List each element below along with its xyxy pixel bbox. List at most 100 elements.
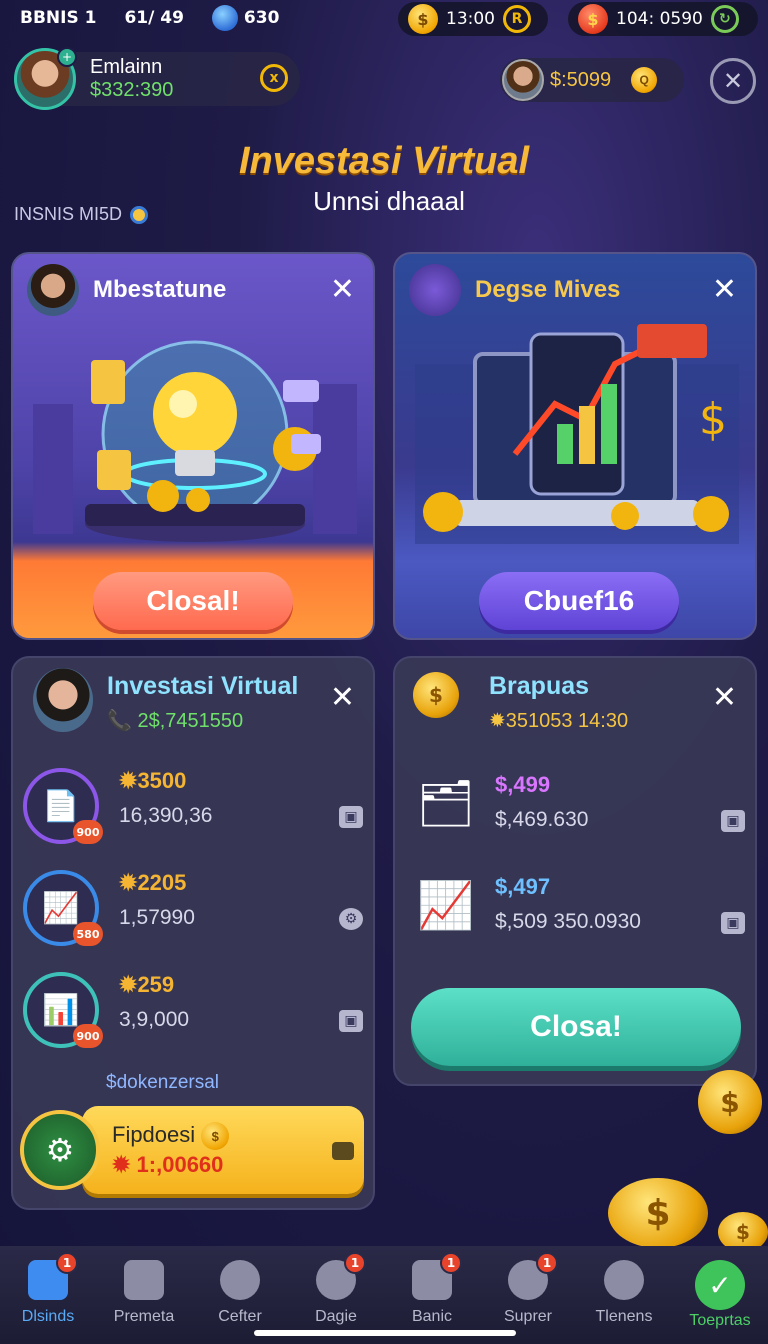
wallet-avatar: [502, 59, 544, 101]
coins-value: 13:00: [446, 9, 495, 29]
card-header: Mbestatune: [27, 264, 226, 316]
layers-icon: 🗂: [416, 775, 476, 830]
nav-badge: 1: [344, 1252, 366, 1274]
gems-value: 104: 0590: [616, 9, 703, 29]
section-label-text: INSNIS MI5D: [14, 204, 123, 224]
promo-card-right[interactable]: Degse Mives ✕ $ Cbuef16: [393, 252, 757, 640]
nav-label: Tlenens: [595, 1308, 653, 1325]
trend-arrow-icon: 📈: [417, 877, 475, 932]
svg-text:$: $: [699, 394, 727, 445]
page-title: Investasi Virtual: [238, 140, 530, 182]
wallet-amount: $:5099: [550, 68, 612, 91]
row-subvalue: 1,57990: [119, 906, 195, 929]
right-card-button[interactable]: Cbuef16: [479, 572, 679, 630]
close-icon[interactable]: ✕: [330, 680, 355, 715]
panel-subtitle-value: 2$,7451550: [137, 710, 244, 732]
nav-label: Dagie: [315, 1308, 357, 1325]
row-badge: 900: [73, 820, 103, 844]
laptop-chart-illustration: $: [415, 324, 739, 544]
close-icon[interactable]: ✕: [330, 272, 355, 307]
coin-icon: $: [608, 1178, 708, 1248]
player-avatar[interactable]: +: [14, 47, 77, 110]
promo-card-left[interactable]: Mbestatune ✕ Closal!: [11, 252, 375, 640]
plus-icon[interactable]: +: [57, 47, 77, 67]
list-item[interactable]: 🗂 $,499 $,469.630 ▣: [411, 768, 745, 858]
close-icon[interactable]: ✕: [712, 680, 737, 715]
fund-value-text: 1:,00660: [136, 1152, 224, 1177]
panel-subtitle: 📞 2$,7451550: [107, 710, 244, 732]
bonus-panel: $ Brapuas ✹351053 14:30 ✕ 🗂 $,499 $,469.…: [393, 656, 757, 1086]
row-value: $,497: [495, 874, 551, 899]
row-badge: 900: [73, 1024, 103, 1048]
nav-item-home[interactable]: 1 Dlsinds: [0, 1246, 96, 1344]
heart-icon: 1: [316, 1252, 366, 1300]
row-value-text: 3500: [137, 768, 187, 793]
nav-item-tlenens[interactable]: Tlenens: [576, 1246, 672, 1344]
close-icon[interactable]: ✕: [712, 272, 737, 307]
gear-icon[interactable]: ⚙: [339, 908, 363, 930]
row-value: ✹3500: [119, 768, 187, 793]
refresh-icon[interactable]: ↻: [710, 5, 739, 33]
nav-badge: 1: [536, 1252, 558, 1274]
dot-icon: [130, 205, 149, 224]
card-avatar: [27, 264, 79, 316]
gems-counter[interactable]: $ 104: 0590 ↻: [568, 2, 758, 36]
nav-label: Toeprtas: [689, 1312, 751, 1329]
globe-icon: [211, 5, 238, 31]
list-item[interactable]: 📈 580 ✹2205 1,57990 ⚙: [23, 866, 363, 956]
nav-item-premeta[interactable]: Premeta: [96, 1246, 192, 1344]
briefcase-icon[interactable]: ▣: [339, 1010, 363, 1032]
timer-icon[interactable]: x: [260, 64, 288, 92]
nav-label: Banic: [411, 1308, 453, 1325]
row-badge: 580: [73, 922, 103, 946]
chart-badge-icon: [409, 264, 461, 316]
panel-title: Brapuas: [489, 672, 590, 700]
nav-item-toeprtas[interactable]: ✓ Toeprtas: [672, 1246, 768, 1344]
card-title: Degse Mives: [475, 276, 621, 303]
camera-icon[interactable]: [332, 1142, 354, 1160]
gear-icon: [604, 1260, 644, 1300]
row-value: ✹259: [119, 972, 175, 997]
nav-badge: 1: [440, 1252, 462, 1274]
coins-counter[interactable]: $ 13:00 R: [398, 2, 548, 36]
section-subheading: $dokenzersal: [106, 1072, 220, 1093]
coin-icon: $: [201, 1122, 230, 1151]
wallet[interactable]: $:5099 Q: [500, 58, 684, 102]
row-value: $,499: [495, 772, 551, 797]
briefcase-icon[interactable]: ▣: [721, 810, 745, 832]
card-header: Degse Mives: [409, 264, 620, 316]
nav-label: Premeta: [113, 1308, 175, 1325]
status-text-c: 630: [243, 8, 280, 28]
coin-icon: $: [698, 1070, 762, 1134]
fund-title-text: Fipdoesi: [112, 1122, 196, 1147]
bird-icon: [220, 1260, 260, 1300]
refresh-icon: 1: [508, 1252, 558, 1300]
home-indicator[interactable]: [254, 1330, 516, 1336]
briefcase-icon[interactable]: ▣: [339, 806, 363, 828]
row-subvalue: $,509 350.0930: [495, 910, 641, 933]
bank-icon: 1: [412, 1252, 462, 1300]
left-card-button[interactable]: Closal!: [93, 572, 293, 630]
close-icon[interactable]: ✕: [710, 58, 756, 104]
lightbulb-globe-illustration: [33, 340, 357, 542]
row-subvalue: 3,9,000: [119, 1008, 190, 1031]
nav-badge: 1: [56, 1252, 78, 1274]
screen-icon: [124, 1260, 164, 1300]
briefcase-icon[interactable]: ▣: [721, 912, 745, 934]
row-value: ✹2205: [119, 870, 187, 895]
row-subvalue: 16,390,36: [119, 804, 213, 827]
row-value-text: 2205: [137, 870, 187, 895]
list-item[interactable]: 📊 900 ✹259 3,9,000 ▣: [23, 968, 363, 1058]
list-item[interactable]: 📄 900 ✹3500 16,390,36 ▣: [23, 764, 363, 854]
row-subvalue: $,469.630: [495, 808, 589, 831]
player-name: Emlainn: [90, 56, 163, 78]
player-money: $332:390: [90, 79, 174, 101]
fund-title: Fipdoesi $: [112, 1122, 230, 1151]
right-panel-button[interactable]: Closa!: [411, 988, 741, 1066]
wallet-coin-icon: Q: [631, 67, 658, 93]
exchange-icon[interactable]: R: [503, 5, 531, 33]
coin-stack-icon: $: [413, 672, 459, 718]
player-profile[interactable]: + Emlainn $332:390 x: [14, 47, 300, 110]
list-item[interactable]: 📈 $,497 $,509 350.0930 ▣: [411, 870, 745, 960]
status-globe-group: 630: [211, 5, 280, 31]
